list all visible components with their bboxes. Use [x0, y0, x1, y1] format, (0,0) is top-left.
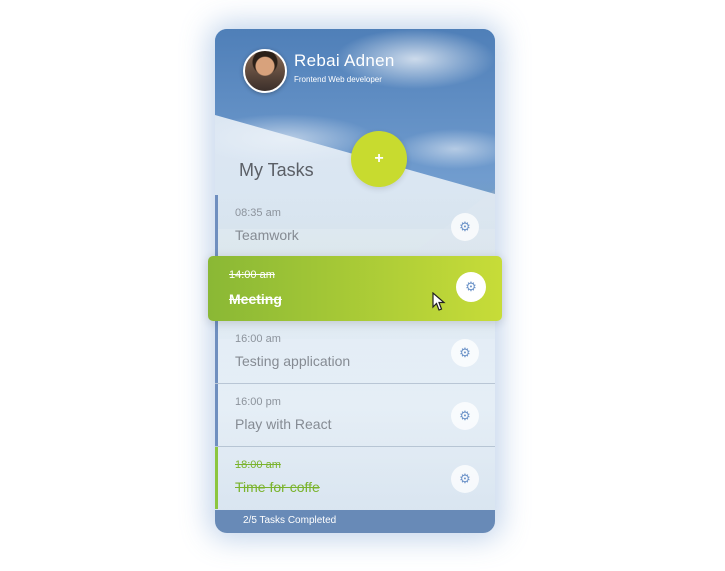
task-item[interactable]: 08:35 am Teamwork ⚙: [215, 195, 495, 258]
task-title: Time for coffe: [235, 479, 320, 495]
gear-icon[interactable]: ⚙: [451, 339, 479, 367]
task-item[interactable]: 16:00 pm Play with React ⚙: [215, 384, 495, 447]
task-time: 14:00 am: [229, 269, 275, 281]
mouse-cursor-icon: [432, 292, 446, 311]
task-title: Play with React: [235, 416, 332, 432]
task-time: 16:00 pm: [235, 396, 281, 408]
task-indicator: [215, 447, 218, 509]
task-indicator: [215, 321, 218, 383]
task-time: 16:00 am: [235, 333, 281, 345]
task-item[interactable]: 18:00 am Time for coffe ⚙: [215, 447, 495, 509]
task-indicator: [215, 384, 218, 446]
task-time: 08:35 am: [235, 207, 281, 219]
completed-count: 2/5 Tasks Completed: [243, 515, 337, 526]
task-title: Meeting: [229, 291, 282, 307]
gear-icon[interactable]: ⚙: [456, 272, 486, 302]
section-title: My Tasks: [239, 160, 314, 180]
task-indicator: [215, 195, 218, 257]
task-time: 18:00 am: [235, 459, 281, 471]
gear-icon[interactable]: ⚙: [451, 213, 479, 241]
status-footer: 2/5 Tasks Completed: [215, 510, 495, 533]
user-role: Frontend Web developer: [294, 75, 382, 84]
task-item-active[interactable]: 14:00 am Meeting ⚙: [208, 256, 502, 321]
task-item[interactable]: 16:00 am Testing application ⚙: [215, 321, 495, 384]
gear-icon[interactable]: ⚙: [451, 402, 479, 430]
user-name: Rebai Adnen: [294, 51, 395, 70]
add-task-button[interactable]: +: [351, 131, 407, 187]
gear-icon[interactable]: ⚙: [451, 465, 479, 493]
avatar[interactable]: [243, 49, 287, 93]
task-title: Testing application: [235, 353, 351, 369]
task-title: Teamwork: [235, 227, 299, 243]
